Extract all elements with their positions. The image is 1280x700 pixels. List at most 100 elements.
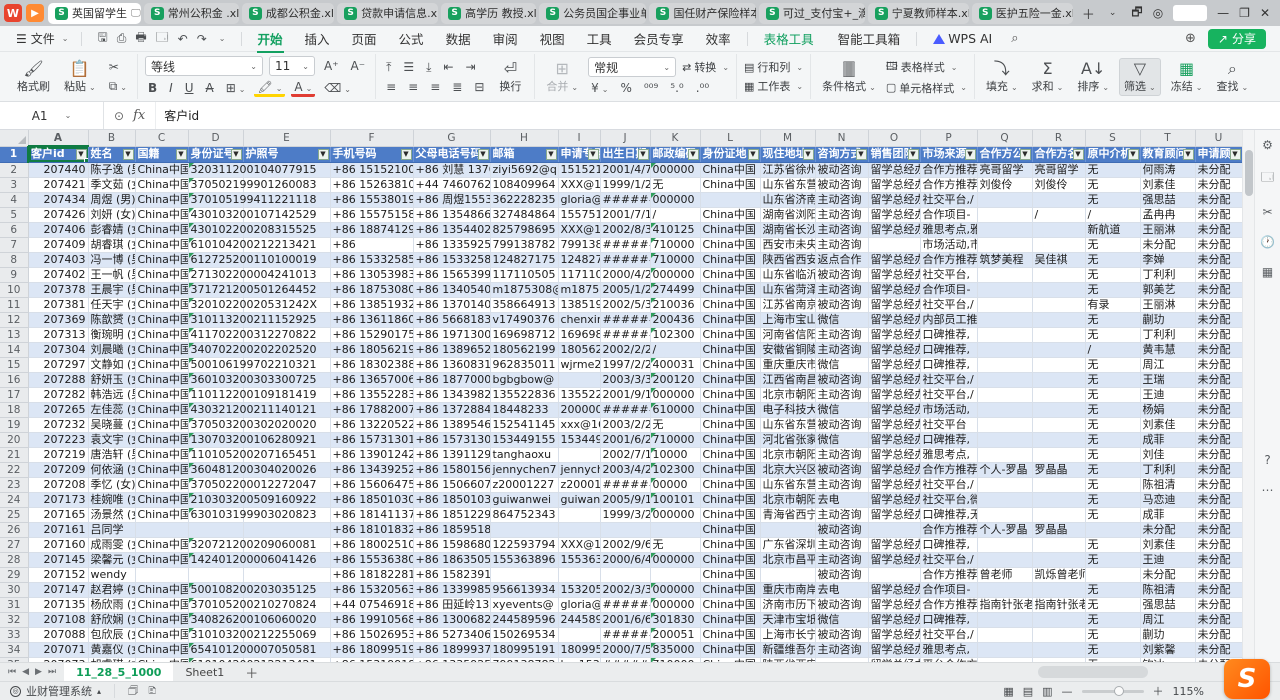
cell[interactable]: 主动咨询 bbox=[815, 342, 868, 357]
filter-dropdown-icon[interactable]: ▼ bbox=[748, 149, 759, 160]
row-header-1[interactable]: 1 bbox=[0, 146, 28, 162]
cell[interactable]: 2003/4/2 bbox=[600, 462, 650, 477]
cell[interactable]: China中国 bbox=[700, 627, 760, 642]
cell[interactable]: 杨欣雨 (女 bbox=[88, 597, 135, 612]
fx-icon[interactable]: fx bbox=[133, 108, 145, 123]
cell[interactable]: tanghaoxu bbox=[490, 447, 558, 462]
percent-icon[interactable]: % bbox=[617, 80, 634, 96]
cell[interactable]: +86 13220522 bbox=[330, 417, 413, 432]
cell[interactable] bbox=[977, 237, 1032, 252]
cell[interactable]: 孟冉冉 bbox=[1140, 207, 1195, 222]
cell[interactable]: China中国 bbox=[700, 537, 760, 552]
cell[interactable]: +86 bbox=[330, 237, 413, 252]
cell[interactable]: 100101 bbox=[650, 492, 700, 507]
row-header[interactable]: 3 bbox=[0, 177, 28, 192]
cell[interactable]: 169698712 bbox=[558, 327, 600, 342]
cell[interactable]: m1875308@ bbox=[490, 282, 558, 297]
cell[interactable]: 未分配 bbox=[1195, 177, 1242, 192]
cell[interactable] bbox=[1032, 582, 1085, 597]
cell[interactable]: 留学总经办 bbox=[868, 447, 920, 462]
cell[interactable]: 710000 bbox=[650, 252, 700, 267]
cell[interactable]: 370105199411221118 bbox=[188, 192, 243, 207]
cell[interactable]: 无 bbox=[1085, 357, 1140, 372]
cell[interactable] bbox=[977, 402, 1032, 417]
cell[interactable]: China中国 bbox=[700, 402, 760, 417]
column-header-M[interactable]: M bbox=[760, 130, 815, 146]
cell[interactable]: 000000 bbox=[650, 552, 700, 567]
row-header[interactable]: 18 bbox=[0, 402, 28, 417]
cell[interactable]: 无 bbox=[1085, 657, 1140, 662]
row-header[interactable]: 8 bbox=[0, 252, 28, 267]
cell[interactable] bbox=[977, 432, 1032, 447]
align-bottom-icon[interactable]: ⤓ bbox=[423, 59, 434, 76]
cell[interactable]: China中国 bbox=[135, 597, 188, 612]
cell[interactable]: 广东省深圳 bbox=[760, 537, 815, 552]
cell[interactable]: 710000 bbox=[650, 657, 700, 662]
cell[interactable]: 无 bbox=[1085, 582, 1140, 597]
cell[interactable] bbox=[977, 192, 1032, 207]
sidebar-panel-icon[interactable]: 🗔 bbox=[1261, 168, 1274, 189]
cell[interactable]: 被动咨询 bbox=[815, 597, 868, 612]
cell[interactable]: China中国 bbox=[700, 282, 760, 297]
cell[interactable]: 无 bbox=[1085, 252, 1140, 267]
cell[interactable]: 被动咨询 bbox=[815, 267, 868, 282]
cell[interactable] bbox=[1032, 537, 1085, 552]
cell[interactable]: 留学总经办 bbox=[868, 417, 920, 432]
copy-icon[interactable]: ⧉⌄ bbox=[106, 78, 130, 95]
cell[interactable] bbox=[1085, 567, 1140, 582]
cell[interactable]: 湖南省长沙 bbox=[760, 222, 815, 237]
cell[interactable] bbox=[977, 327, 1032, 342]
finance-system-button[interactable]: ◎ 业财管理系统 ▴ bbox=[10, 683, 101, 699]
cell[interactable] bbox=[188, 567, 243, 582]
column-header-L[interactable]: L bbox=[700, 130, 760, 146]
filter-dropdown-icon[interactable]: ▼ bbox=[123, 149, 134, 160]
cell[interactable]: +86 1582391866 bbox=[413, 567, 490, 582]
cell[interactable]: 207147 bbox=[28, 582, 88, 597]
cell[interactable]: 无 bbox=[650, 537, 700, 552]
cell[interactable]: 未分配 bbox=[1195, 462, 1242, 477]
filter-dropdown-icon[interactable]: ▼ bbox=[401, 149, 412, 160]
cell[interactable]: +86 1580156591 bbox=[413, 462, 490, 477]
cell[interactable]: 未分配 bbox=[1195, 567, 1242, 582]
menu-开始[interactable]: 开始 bbox=[247, 26, 294, 51]
cell[interactable]: +86 田延岭1395 bbox=[413, 597, 490, 612]
cell[interactable]: China中国 bbox=[700, 597, 760, 612]
cell[interactable]: China中国 bbox=[700, 492, 760, 507]
row-header[interactable]: 6 bbox=[0, 222, 28, 237]
filter-dropdown-icon[interactable]: ▼ bbox=[688, 149, 699, 160]
cell[interactable]: 刘妍 (女) bbox=[88, 207, 135, 222]
sync-screen-icon[interactable]: 🖵 bbox=[131, 8, 141, 19]
cell[interactable] bbox=[243, 567, 330, 582]
cell[interactable]: 周江 bbox=[1140, 357, 1195, 372]
cell[interactable]: China中国 bbox=[135, 537, 188, 552]
cell[interactable]: 2001/4/7 bbox=[600, 162, 650, 177]
cell[interactable]: +86 1850103098 bbox=[413, 492, 490, 507]
cell[interactable]: +86 18099519 bbox=[330, 642, 413, 657]
menu-公式[interactable]: 公式 bbox=[388, 26, 435, 51]
sheet-tab-Sheet1[interactable]: Sheet1 bbox=[173, 663, 236, 681]
filter-header-cell[interactable]: 申请顾▼ bbox=[1195, 146, 1242, 162]
cell[interactable]: 合作方推荐 bbox=[920, 462, 977, 477]
cell[interactable]: +86 18056219 bbox=[330, 342, 413, 357]
cell[interactable]: 主动咨询 bbox=[815, 327, 868, 342]
zoom-out-button[interactable]: — bbox=[1062, 685, 1073, 698]
cell[interactable]: 207108 bbox=[28, 612, 88, 627]
cell[interactable]: 无 bbox=[1085, 282, 1140, 297]
cell[interactable]: 留学总经办 bbox=[868, 357, 920, 372]
cell[interactable]: 500108200203035125 bbox=[188, 582, 243, 597]
cell[interactable]: China中国 bbox=[135, 267, 188, 282]
cell[interactable] bbox=[977, 297, 1032, 312]
sidebar-help-icon[interactable]: ? bbox=[1264, 453, 1270, 467]
cell[interactable]: 江苏省徐州 bbox=[760, 162, 815, 177]
cell[interactable]: 罗晶晶 bbox=[1032, 522, 1085, 537]
cell[interactable]: 留学总经办 bbox=[868, 312, 920, 327]
cell[interactable]: 207313 bbox=[28, 327, 88, 342]
increase-decimal-icon[interactable]: ⁵.⁰ bbox=[667, 80, 686, 96]
cell[interactable]: China中国 bbox=[135, 342, 188, 357]
cell[interactable]: 新航道 bbox=[1085, 222, 1140, 237]
cell[interactable]: 罗晶晶 bbox=[1032, 462, 1085, 477]
cell[interactable]: 371721200501264452 bbox=[188, 282, 243, 297]
column-header-Q[interactable]: Q bbox=[977, 130, 1032, 146]
cell[interactable]: 留学总经办 bbox=[868, 642, 920, 657]
cell[interactable]: 2001/6/6 bbox=[600, 612, 650, 627]
